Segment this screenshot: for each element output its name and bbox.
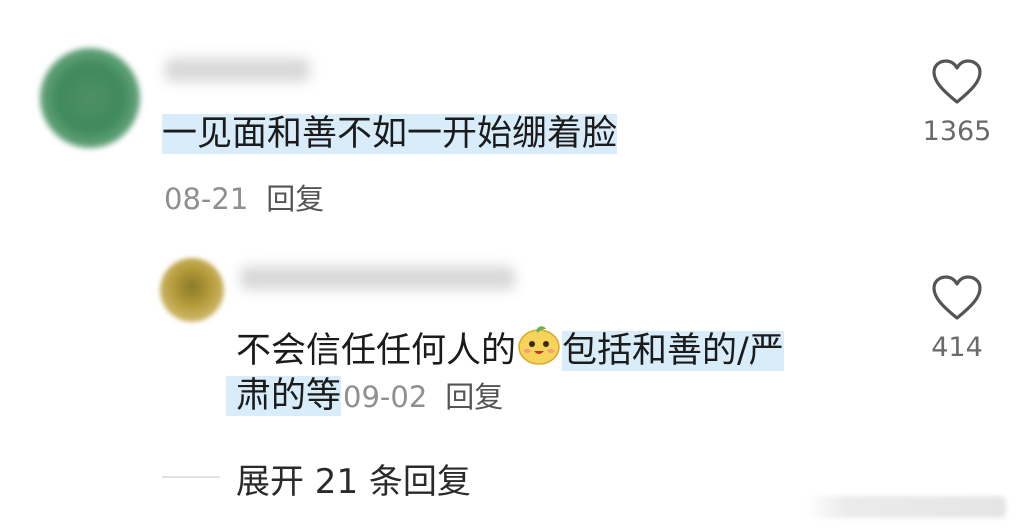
comment-date: 08-21 [164,182,249,216]
comment-meta: 08-21 回复 [164,176,324,218]
comment-like-count: 1365 [922,116,992,147]
comment-text: 一见面和善不如一开始绷着脸 [162,112,618,156]
expand-replies-button[interactable]: 展开 21 条回复 [236,454,471,503]
reply-text-line-2: 肃的等09-02 回复 [226,374,503,418]
reply-text-highlighted-1: 包括和善的/严 [562,331,784,371]
commenter-username-blurred[interactable] [165,58,310,82]
smiling-bun-emoji-icon [516,322,562,377]
comment-like[interactable]: 1365 [912,58,1002,147]
comment-reply-button[interactable]: 回复 [266,182,324,216]
reply-text-highlighted-2: 肃的等 [226,376,342,416]
watermark-blurred [806,496,1006,518]
replier-username-blurred[interactable] [240,266,515,290]
comment-text-highlighted: 一见面和善不如一开始绷着脸 [162,114,618,154]
commenter-avatar[interactable] [40,48,140,148]
reply-text-plain: 不会信任任何人的 [236,331,517,371]
heart-icon[interactable] [931,58,983,106]
replier-avatar[interactable] [160,258,224,322]
reply-like[interactable]: 414 [912,274,1002,363]
expand-divider [162,476,220,478]
reply-text-line-1: 不会信任任何人的 包括和善的/严 [236,322,784,377]
reply-date: 09-02 [343,380,428,414]
heart-icon[interactable] [931,274,983,322]
reply-like-count: 414 [931,332,983,363]
reply-reply-button[interactable]: 回复 [445,380,503,414]
